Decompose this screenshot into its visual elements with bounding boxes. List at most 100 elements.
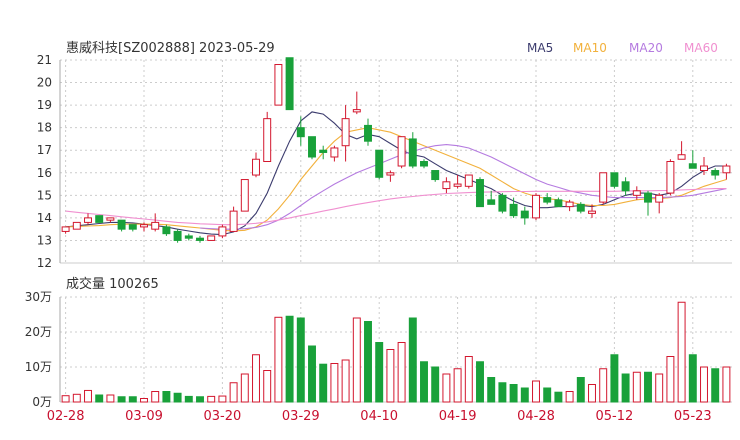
volume-bar <box>509 384 518 403</box>
candle-body <box>196 237 204 241</box>
candle-body <box>140 224 148 228</box>
volume-bar <box>397 342 406 403</box>
volume-bar <box>621 373 630 403</box>
candle-body <box>285 57 294 111</box>
candle-body <box>218 226 227 237</box>
volume-bar <box>240 373 249 403</box>
price-tick-label: 17 <box>37 143 52 157</box>
candle-body <box>229 210 238 232</box>
volume-bar <box>442 373 451 403</box>
candle-body <box>408 138 417 167</box>
volume-bar <box>341 359 350 403</box>
candle-body <box>184 235 193 239</box>
volume-bar <box>576 377 585 403</box>
candle-body <box>655 194 664 203</box>
volume-bar <box>140 398 148 403</box>
candle-body <box>375 149 384 178</box>
candle-body <box>341 118 350 147</box>
price-tick-label: 20 <box>37 76 52 90</box>
volume-bar <box>408 317 417 403</box>
date-tick-label: 03-09 <box>125 409 163 424</box>
date-tick-label: 05-23 <box>674 409 712 424</box>
volume-bar <box>431 366 440 403</box>
volume-bar <box>84 389 92 403</box>
candle-body <box>330 147 339 158</box>
volume-bar <box>252 354 260 403</box>
date-tick-label: 03-29 <box>282 409 320 424</box>
candle-body <box>487 199 496 205</box>
volume-bar <box>711 368 720 403</box>
candle-body <box>352 109 361 113</box>
volume-bar <box>498 382 507 403</box>
candle-body <box>565 201 574 208</box>
candle-body <box>397 136 406 167</box>
ma-line-ma20 <box>199 144 727 230</box>
price-tick-label: 18 <box>37 121 52 135</box>
price-tick-label: 19 <box>37 98 52 112</box>
chart-title: 惠威科技[SZ002888] 2023-05-29 <box>66 41 275 56</box>
volume-bar <box>487 377 496 403</box>
candle-body <box>576 203 585 212</box>
candle-body <box>72 221 81 230</box>
candle-body <box>621 181 630 192</box>
volume-bar <box>151 391 160 403</box>
candle-body <box>319 149 328 153</box>
volume-bar <box>375 342 384 403</box>
candle-body <box>207 235 216 241</box>
candle-body <box>442 181 451 190</box>
candle-body <box>610 172 619 187</box>
volume-bar <box>196 396 204 403</box>
volume-bar <box>308 345 316 403</box>
volume-bar <box>644 371 652 403</box>
volume-bar <box>274 316 283 403</box>
candle-body <box>296 127 305 138</box>
volume-bar <box>677 301 686 403</box>
volume-tick-label: 0万 <box>32 395 52 409</box>
candle-body <box>722 165 731 174</box>
date-tick-label: 04-28 <box>517 409 555 424</box>
volume-bar <box>319 363 328 403</box>
candle-body <box>151 221 160 230</box>
volume-tick-label: 10万 <box>25 360 52 374</box>
price-tick-label: 13 <box>37 233 52 247</box>
ma-line-ma60 <box>65 188 727 226</box>
volume-bar <box>588 384 596 403</box>
volume-bar <box>106 394 115 403</box>
volume-bar <box>453 368 462 403</box>
candle-body <box>711 170 720 176</box>
candle-body <box>420 161 428 167</box>
volume-bar <box>162 391 171 403</box>
candle-body <box>554 199 563 208</box>
candle-body <box>453 183 462 187</box>
candle-body <box>431 170 440 181</box>
candle-body <box>498 194 507 212</box>
volume-bar <box>520 387 529 403</box>
stock-chart: 惠威科技[SZ002888] 2023-05-29 MA5 MA10 MA20 … <box>25 41 732 424</box>
volume-bar <box>700 366 708 403</box>
candle-body <box>84 217 92 223</box>
legend-ma5: MA5 <box>527 41 553 55</box>
price-tick-label: 21 <box>37 53 52 67</box>
volume-bar <box>666 356 675 403</box>
legend-ma20: MA20 <box>629 41 663 55</box>
volume-bar <box>296 317 305 403</box>
date-tick-label: 05-12 <box>596 409 634 424</box>
candle-body <box>95 215 104 223</box>
candle-body <box>543 197 552 203</box>
volume-bar <box>688 354 697 403</box>
volume-bar <box>173 392 182 403</box>
candle-body <box>509 203 518 217</box>
volume-bar <box>476 361 484 403</box>
volume-bar <box>352 317 361 403</box>
volume-bar <box>207 395 216 403</box>
price-tick-label: 14 <box>37 211 52 225</box>
date-axis: 02-28 03-09 03-20 03-29 04-10 04-19 04-28 05-12… <box>47 409 712 424</box>
volume-bar <box>632 371 641 403</box>
volume-bar <box>655 373 664 403</box>
volume-bar <box>722 366 731 403</box>
volume-bar <box>330 363 339 403</box>
candle-body <box>677 154 686 160</box>
candle-body <box>464 174 473 187</box>
candle-body <box>666 161 675 194</box>
legend-ma10: MA10 <box>573 41 607 55</box>
